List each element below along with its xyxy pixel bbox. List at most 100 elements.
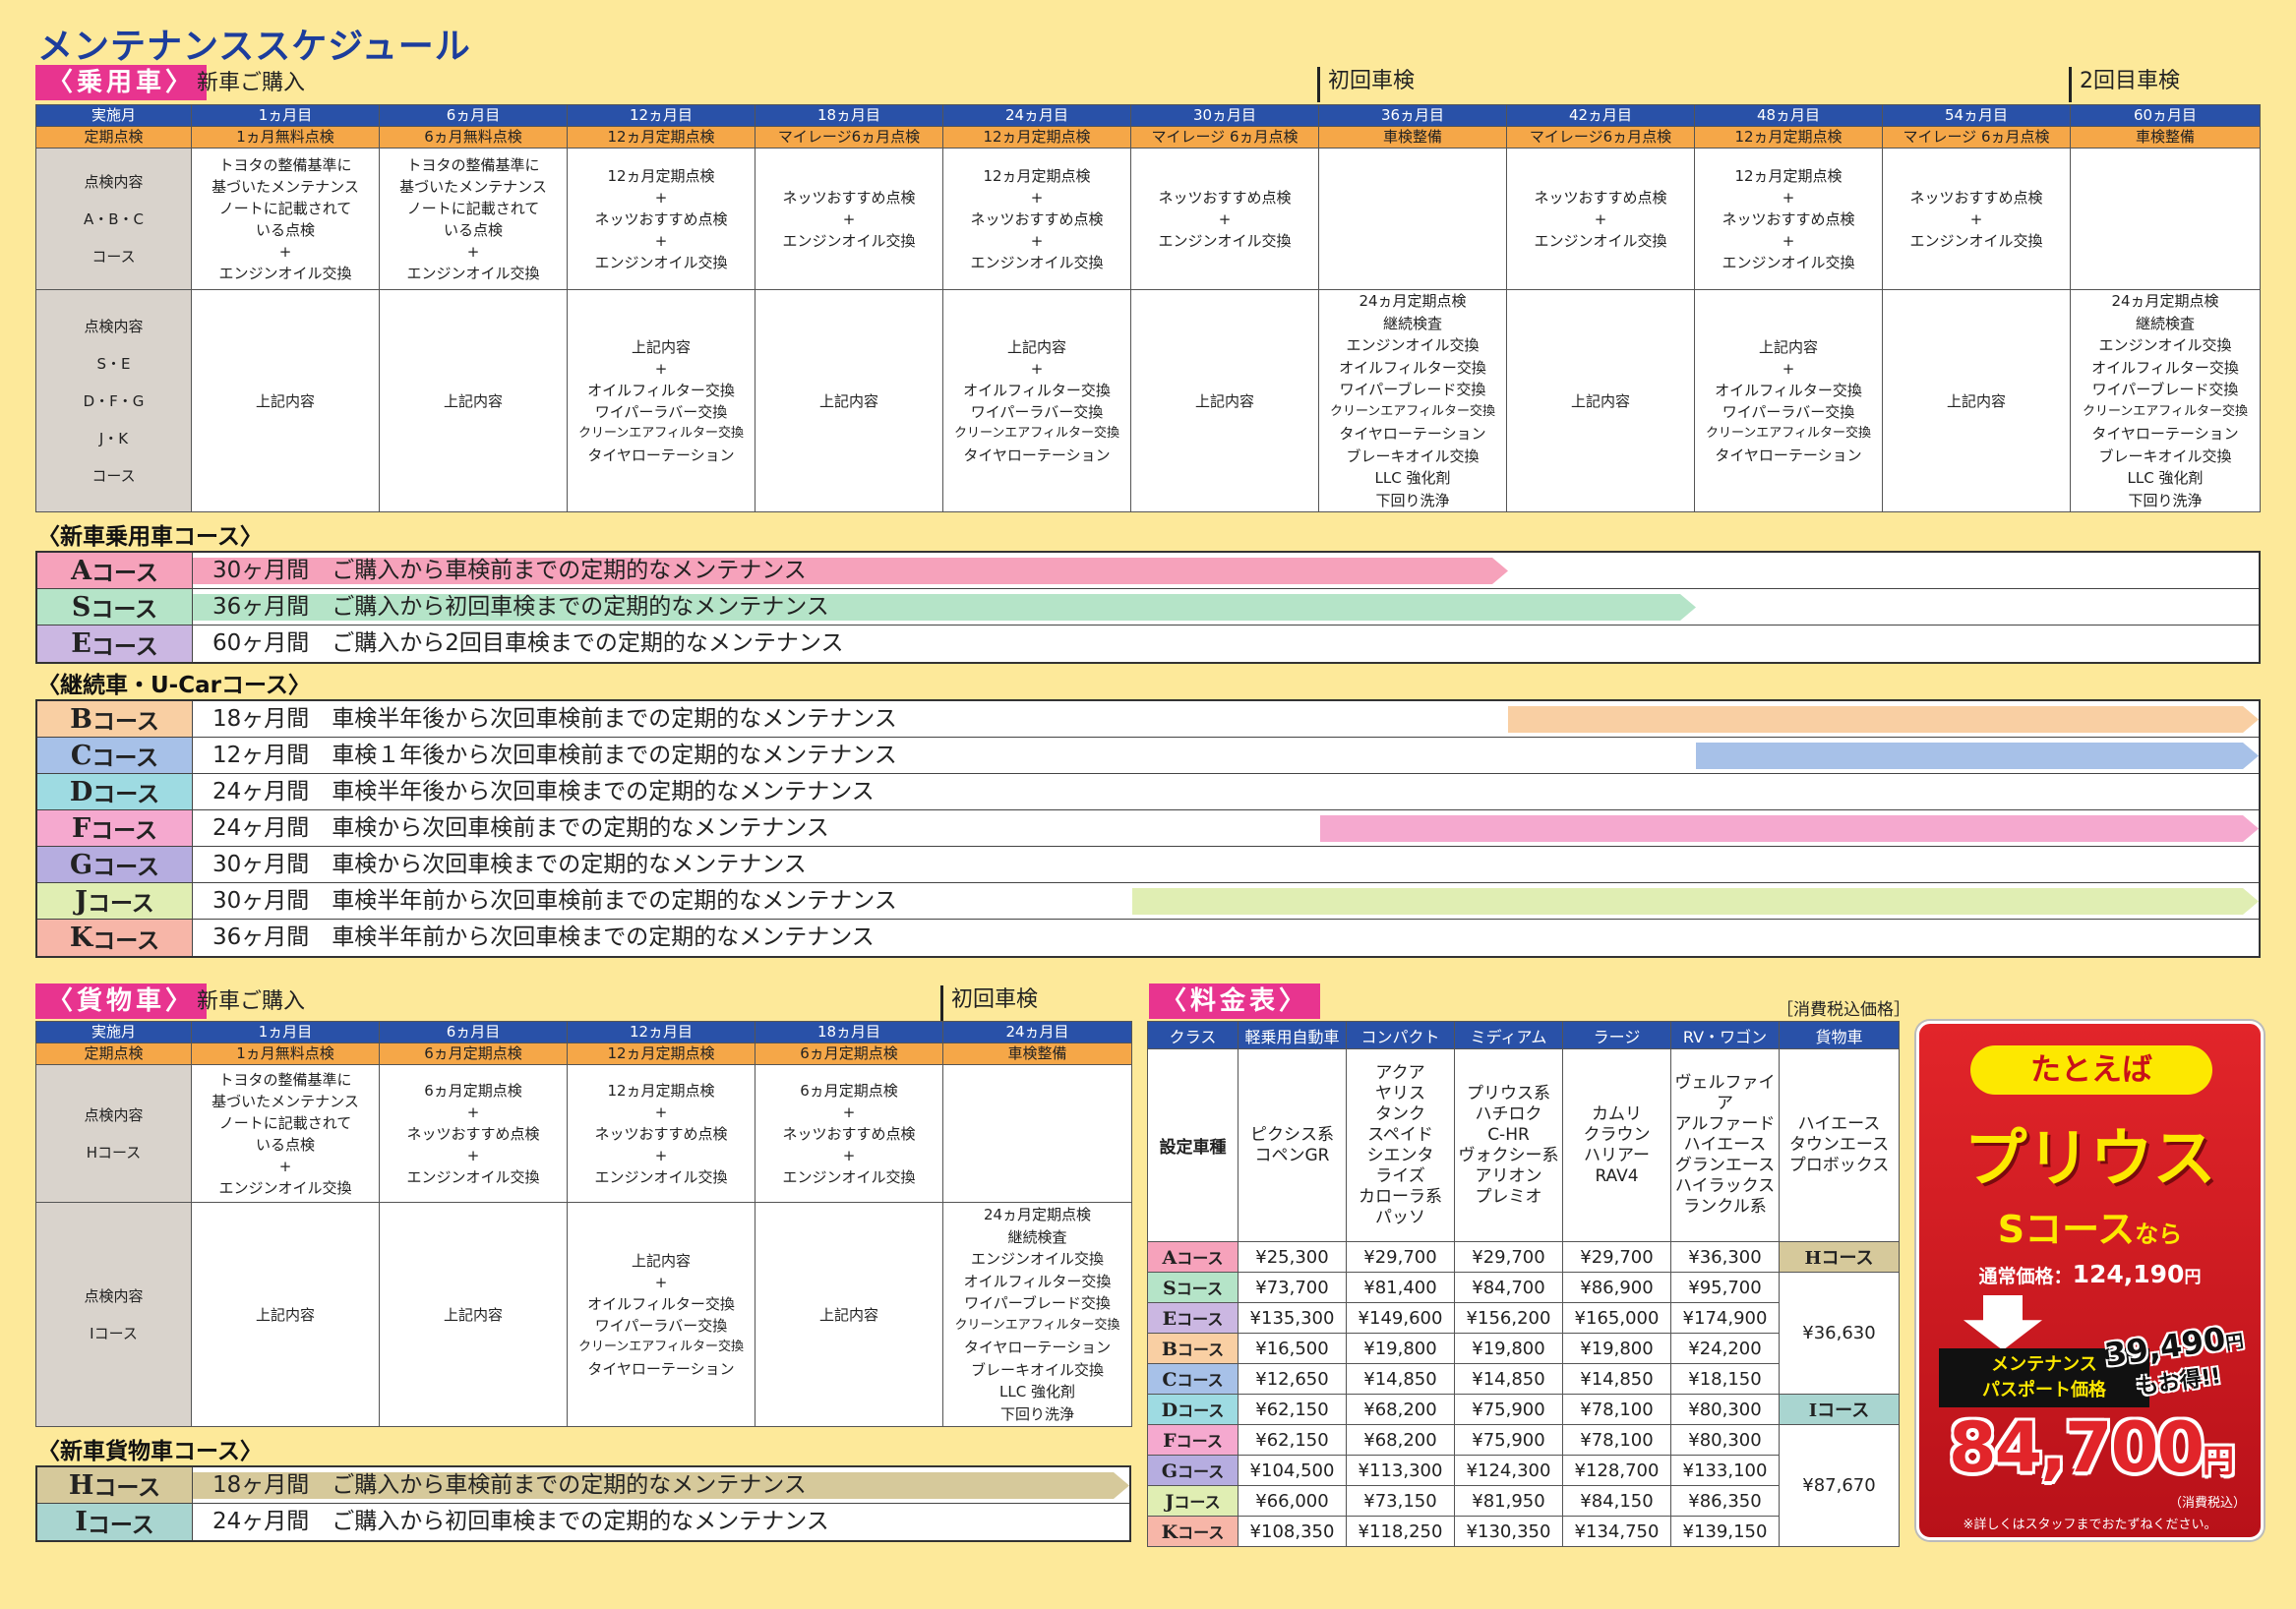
model-name: プリウス系 (1467, 1083, 1550, 1103)
month-header-cell: 6ヵ月目 (379, 104, 568, 127)
cell-line: + (466, 242, 480, 261)
content-cell (942, 1064, 1132, 1203)
promo-save-badge: 39,490円 もお得!! (2098, 1317, 2254, 1405)
cell-line: ワイパーブレード交換 (1339, 381, 1486, 398)
cell-line: タイヤローテーション (963, 1339, 1112, 1356)
cell-line: ブレーキオイル交換 (1346, 447, 1480, 465)
course-description: 30ヶ月間 ご購入から車検前までの定期的なメンテナンス (212, 558, 807, 583)
month-header-cell: 18ヵ月目 (755, 1021, 943, 1043)
cell-line: ネッツおすすめ点検 (1722, 209, 1855, 228)
month-header-cell: 42ヵ月目 (1506, 104, 1695, 127)
price-course-suffix: コース (1178, 1401, 1225, 1420)
cell-line: トヨタの整備基準に (218, 155, 352, 174)
price-cell: ¥81,400 (1346, 1272, 1455, 1303)
cell-line: 上記内容 (443, 391, 503, 410)
course-suffix: コース (87, 891, 154, 917)
course-description: 36ヶ月間 ご購入から初回車検までの定期的なメンテナンス (212, 594, 829, 620)
cargo-schedule-table: 実施月 1ヵ月目 6ヵ月目 12ヵ月目 18ヵ月目 24ヵ月目 定期点検 1ヵ月無料点検 6ヵ月… (35, 1021, 1132, 1427)
cell-line: 上記内容 (1194, 391, 1254, 410)
model-name: ハイエース (1683, 1135, 1767, 1155)
price-cell: ¥29,700 (1346, 1241, 1455, 1273)
cargo-i-label: Ⅰコース (1779, 1394, 1900, 1425)
content-cell: 24ヵ月定期点検 継続検査 エンジンオイル交換 オイルフィルター交換 ワイパーブレード交… (2070, 289, 2261, 512)
cargo-first-inspection-label: 初回車検 (940, 985, 1038, 1021)
course-letter: J (75, 885, 88, 917)
course-row: F コース 24ヶ月間 車検から次回車検前までの定期的なメンテナンス (37, 810, 2259, 847)
cell-line: S・E (96, 354, 131, 373)
price-cell: ¥19,800 (1562, 1333, 1671, 1364)
course-row: D コース 24ヶ月間 車検半年後から次回車検までの定期的なメンテナンス (37, 774, 2259, 810)
cell-line: 上記内容 (1006, 337, 1066, 356)
model-name: ヴォクシー系 (1458, 1145, 1559, 1165)
price-header-cell: RV・ワゴン (1670, 1021, 1780, 1049)
model-name: ヤリス (1375, 1083, 1425, 1103)
cell-line: 点検内容 (84, 1105, 144, 1124)
cell-line: 下回り洗浄 (999, 1404, 1074, 1423)
cell-line: 上記内容 (1570, 391, 1630, 410)
cell-line: エンジンオイル交換 (1158, 231, 1292, 250)
cell-line: + (466, 1146, 480, 1164)
type-header-cell: 12ヵ月定期点検 (942, 126, 1131, 149)
month-header-cell: 1ヵ月目 (191, 104, 380, 127)
model-name: ピクシス系 (1250, 1124, 1334, 1145)
course-name: K コース (37, 920, 193, 956)
price-course-letter: G (1161, 1460, 1178, 1482)
model-cell: ピクシス系 コペンGR (1238, 1048, 1347, 1242)
cell-line: 基づいたメンテナンス (211, 1092, 359, 1110)
price-course-suffix: コース (1174, 1493, 1221, 1512)
cargo-h-label: Hコース (1779, 1241, 1900, 1273)
cell-line: + (1030, 188, 1044, 207)
course-suffix: コース (91, 633, 158, 660)
model-name: クラウン (1583, 1124, 1651, 1145)
cell-line: ネッツおすすめ点検 (406, 1124, 540, 1143)
course-name: I コース (37, 1504, 193, 1540)
price-course-cell: Jコース (1147, 1485, 1239, 1517)
month-header-cell: 6ヵ月目 (379, 1021, 568, 1043)
price-course-cell: Gコース (1147, 1455, 1239, 1486)
price-course-cell: Eコース (1147, 1302, 1239, 1334)
cell-line: クリーンエアフィルター交換 (1705, 425, 1872, 441)
type-header-cell: 車検整備 (2070, 126, 2261, 149)
price-header-cell: ミディアム (1454, 1021, 1563, 1049)
cell-line: いる点検 (255, 220, 315, 239)
course-row: C コース 12ヶ月間 車検１年後から次回車検前までの定期的なメンテナンス (37, 738, 2259, 774)
type-header-cell: 定期点検 (35, 1043, 192, 1065)
price-course-letter: B (1161, 1339, 1178, 1360)
promo-normal-label: 通常価格： (1978, 1266, 2073, 1287)
model-name: タンク (1375, 1103, 1425, 1124)
cell-line: タイヤローテーション (587, 1359, 735, 1378)
course-suffix: コース (87, 1512, 154, 1538)
price-course-suffix: コース (1176, 1280, 1223, 1298)
course-description: 30ヶ月間 車検半年前から次回車検前までの定期的なメンテナンス (212, 888, 897, 914)
cell-line: オイルフィルター交換 (1339, 358, 1486, 377)
promo-nara: なら (2135, 1221, 2183, 1248)
model-name: ハイラックス (1674, 1176, 1776, 1196)
price-course-suffix: コース (1178, 1462, 1225, 1481)
cell-line: ワイパーブレード交換 (964, 1294, 1111, 1312)
type-header-cell: マイレージ 6ヵ月点検 (1130, 126, 1319, 149)
content-cell: 上記内容 (191, 1202, 380, 1427)
new-cargo-courses: H コース 18ヶ月間 ご購入から車検前までの定期的なメンテナンス I コース 24ヶ月間… (35, 1465, 1131, 1542)
cell-line: タイヤローテーション (1715, 446, 1862, 464)
course-letter: E (71, 628, 91, 659)
cell-line: コース (91, 247, 136, 266)
price-course-letter: S (1163, 1278, 1177, 1299)
price-cell: ¥86,900 (1562, 1272, 1671, 1303)
cell-line: LLC 強化剤 (999, 1383, 1075, 1400)
first-inspection-label: 初回車検 (1317, 67, 1415, 102)
model-name: カムリ (1592, 1103, 1642, 1124)
model-name: グランエース (1674, 1156, 1776, 1175)
model-name: スペイド (1367, 1124, 1433, 1145)
cell-line: + (1782, 359, 1795, 378)
passenger-label: 〈乗用車〉 (35, 65, 208, 100)
cell-line: 上記内容 (631, 1251, 691, 1270)
continuing-courses: B コース 18ヶ月間 車検半年後から次回車検前までの定期的なメンテナンス C コース 1… (35, 699, 2261, 958)
cell-line: 継続検査 (1007, 1227, 1067, 1246)
price-course-cell: Kコース (1147, 1516, 1239, 1547)
promo-normal-price: 124,190 (2072, 1260, 2185, 1288)
price-cell: ¥24,200 (1670, 1333, 1780, 1364)
cell-line: Iコース (90, 1324, 138, 1342)
type-header-cell: 6ヵ月無料点検 (379, 126, 568, 149)
cell-line: + (466, 1102, 480, 1121)
model-name: ランクル系 (1683, 1197, 1767, 1217)
